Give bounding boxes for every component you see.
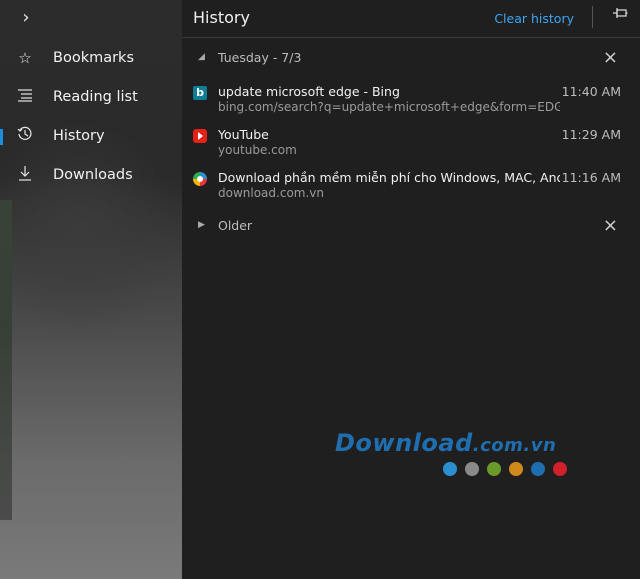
history-entry[interactable]: YouTube youtube.com 11:29 AM [182, 122, 640, 165]
watermark-logo: Download.com.vn [335, 429, 567, 489]
clear-history-link[interactable]: Clear history [494, 11, 574, 26]
collapsed-caret-icon[interactable]: ▶ [198, 220, 205, 230]
panel-header: History Clear history [182, 0, 640, 38]
pin-icon[interactable] [612, 7, 628, 23]
entry-time: 11:29 AM [561, 127, 621, 142]
history-group-header[interactable]: ▶ Older × [182, 212, 640, 242]
entry-url: bing.com/search?q=update+microsoft+edge&… [218, 100, 560, 114]
panel-title: History [193, 8, 250, 27]
nav-item-label: Reading list [53, 89, 138, 105]
entry-title: update microsoft edge - Bing [218, 84, 400, 99]
watermark-dot [487, 462, 501, 476]
watermark-dots [443, 462, 567, 476]
watermark-dot [553, 462, 567, 476]
watermark-dot [509, 462, 523, 476]
nav-item-label: Downloads [53, 167, 133, 183]
entry-time: 11:16 AM [561, 170, 621, 185]
group-label: Older [218, 218, 253, 233]
nav-item-history[interactable]: History [0, 118, 182, 154]
group-label: Tuesday - 7/3 [218, 50, 302, 65]
entry-title: Download phần mềm miễn phí cho Windows, … [218, 170, 560, 185]
history-group-header[interactable]: ◢ Tuesday - 7/3 × [182, 44, 640, 74]
header-divider [592, 6, 593, 28]
youtube-icon [193, 129, 207, 143]
close-icon[interactable]: × [603, 47, 618, 68]
download-icon [13, 165, 37, 185]
entry-time: 11:40 AM [561, 84, 621, 99]
history-panel: History Clear history ◢ Tuesday - 7/3 × … [182, 0, 640, 579]
nav-item-downloads[interactable]: Downloads [0, 157, 182, 193]
close-icon[interactable]: × [603, 215, 618, 236]
watermark-text: Download.com.vn [335, 429, 557, 457]
expand-caret-icon[interactable]: ◢ [198, 52, 205, 62]
reading-list-icon [13, 88, 37, 106]
entry-url: download.com.vn [218, 186, 324, 200]
star-icon: ☆ [18, 49, 32, 67]
history-entry[interactable]: Download phần mềm miễn phí cho Windows, … [182, 165, 640, 208]
history-entry[interactable]: b update microsoft edge - Bing bing.com/… [182, 79, 640, 122]
background-blur-edge [0, 200, 12, 520]
hub-nav-pane: › ☆ Bookmarks Reading list History Downl… [0, 0, 182, 579]
nav-item-bookmarks[interactable]: ☆ Bookmarks [0, 40, 182, 76]
bing-icon: b [193, 86, 207, 100]
download-com-vn-icon [193, 172, 207, 186]
nav-item-label: History [53, 128, 105, 144]
watermark-dot [531, 462, 545, 476]
entry-url: youtube.com [218, 143, 297, 157]
nav-item-reading-list[interactable]: Reading list [0, 79, 182, 115]
watermark-dot [443, 462, 457, 476]
history-icon [13, 126, 37, 146]
watermark-dot [465, 462, 479, 476]
nav-item-label: Bookmarks [53, 50, 135, 66]
entry-title: YouTube [218, 127, 269, 142]
chevron-right-icon[interactable]: › [14, 6, 38, 30]
